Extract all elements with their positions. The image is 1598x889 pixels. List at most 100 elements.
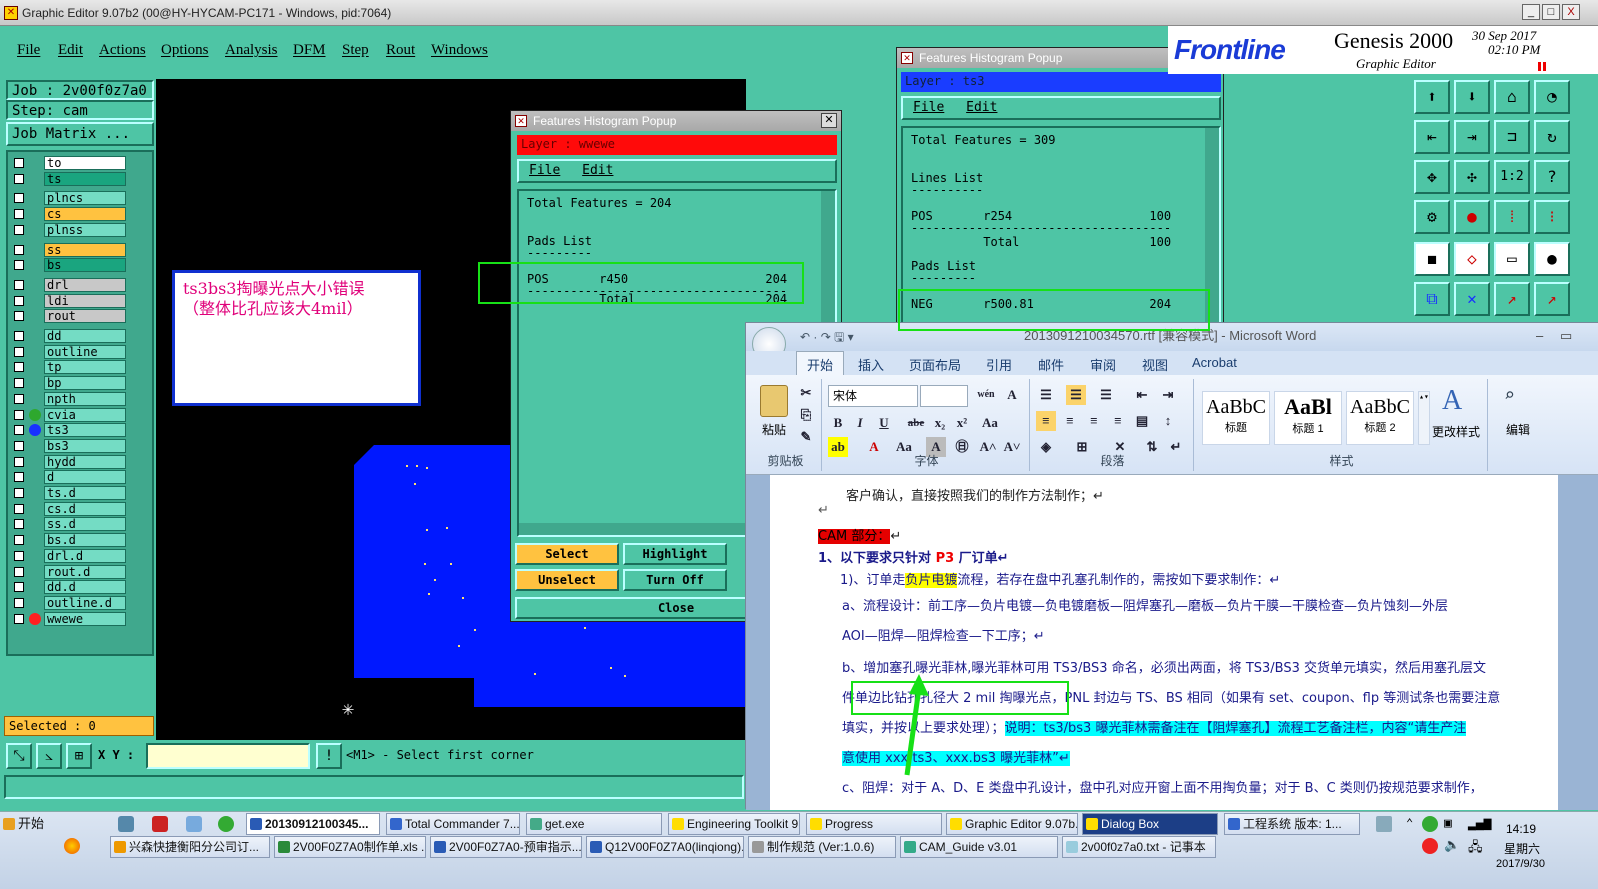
char-border-icon[interactable]: A xyxy=(1002,385,1022,405)
layer-checkbox[interactable] xyxy=(14,613,24,624)
clock-time[interactable]: 14:19 xyxy=(1506,822,1536,836)
menu-file[interactable]: File xyxy=(17,42,40,59)
quicklaunch-1-icon[interactable] xyxy=(118,816,134,832)
layer-checkbox[interactable] xyxy=(14,279,24,290)
popup-close-icon[interactable]: ✕ xyxy=(821,113,837,128)
layer-checkbox[interactable] xyxy=(14,425,24,436)
task-total-commander[interactable]: Total Commander 7.... xyxy=(386,813,520,835)
task-graphic-editor[interactable]: Graphic Editor 9.07b... xyxy=(946,813,1078,835)
tool-config-icon[interactable]: ⚙ xyxy=(1414,200,1450,234)
layer-checkbox[interactable] xyxy=(14,295,24,306)
layer-row-outline[interactable]: outline xyxy=(10,344,126,359)
task-order-company[interactable]: 兴森快捷衡阳分公司订... xyxy=(110,836,270,858)
start-button[interactable]: 开始 xyxy=(0,814,60,836)
tab-insert[interactable]: 插入 xyxy=(858,355,884,374)
tab-acrobat[interactable]: Acrobat xyxy=(1192,355,1237,370)
phonetic-icon[interactable]: wén xyxy=(976,385,996,405)
layer-name[interactable]: cvia xyxy=(44,407,126,422)
tool-left-icon[interactable]: ⇤ xyxy=(1414,120,1450,154)
font-size-select[interactable] xyxy=(920,385,968,407)
menu-options[interactable]: Options xyxy=(161,42,209,59)
tab-layout[interactable]: 页面布局 xyxy=(909,355,961,374)
layer-row-outline-d[interactable]: outline.d xyxy=(10,595,126,610)
layer-name[interactable]: bs xyxy=(44,258,126,273)
bold-icon[interactable]: B xyxy=(828,413,848,433)
subscript-icon[interactable]: x₂ xyxy=(930,413,950,433)
clear-format-icon[interactable]: Aa xyxy=(980,413,1000,433)
menu-windows[interactable]: Windows xyxy=(431,42,488,59)
tool-up-icon[interactable]: ⬆ xyxy=(1414,80,1450,114)
layer-row-plncs[interactable]: plncs xyxy=(10,191,126,206)
word-minimize-icon[interactable]: – xyxy=(1536,323,1543,349)
increase-indent-icon[interactable]: ⇥ xyxy=(1158,385,1178,405)
tool-net2-icon[interactable]: ⁝ xyxy=(1534,200,1570,234)
quicklaunch-color-icon[interactable] xyxy=(64,838,80,854)
tool-line2-icon[interactable]: ↗ xyxy=(1534,282,1570,316)
highlight-button[interactable]: Highlight xyxy=(623,543,727,565)
layer-name[interactable]: ts xyxy=(44,171,126,186)
layer-name[interactable]: outline xyxy=(44,344,126,359)
tray-monitor-icon[interactable]: ▣ xyxy=(1444,816,1452,831)
quicklaunch-pdf-icon[interactable] xyxy=(152,816,168,832)
layer-row-cs[interactable]: cs xyxy=(10,207,126,222)
task-cam-guide[interactable]: CAM_Guide v3.01 xyxy=(900,836,1058,858)
quick-access-icons[interactable]: ↶ · ↷ 🖫 ▾ xyxy=(800,324,854,350)
style-heading[interactable]: AaBbC 标题 xyxy=(1202,391,1270,445)
tool-net-icon[interactable]: ⁞ xyxy=(1494,200,1530,234)
layer-checkbox[interactable] xyxy=(14,488,24,498)
layer-name[interactable]: rout.d xyxy=(44,564,126,579)
task-preaudit[interactable]: 2V00F0Z7A0-预审指示.... xyxy=(430,836,582,858)
layer-name[interactable]: rout xyxy=(44,309,126,324)
tool-record-icon[interactable]: ◼ xyxy=(1414,242,1450,276)
layer-row-hydd[interactable]: hydd xyxy=(10,454,126,469)
justify-icon[interactable]: ≡ xyxy=(1108,411,1128,431)
superscript-icon[interactable]: x² xyxy=(952,413,972,433)
layer-row-to[interactable]: to xyxy=(10,156,126,170)
menu-dfm[interactable]: DFM xyxy=(293,42,326,59)
paste-label[interactable]: 粘贴 xyxy=(762,421,786,438)
xy-input[interactable] xyxy=(146,743,310,769)
task-engineering-system[interactable]: 工程系统 版本: 1... xyxy=(1224,813,1360,835)
tool-draw-icon[interactable]: ◇ xyxy=(1454,242,1490,276)
tray-volume-icon[interactable]: 🔈 xyxy=(1444,838,1460,853)
menu-actions[interactable]: Actions xyxy=(99,42,146,59)
underline-icon[interactable]: U xyxy=(874,413,894,433)
layer-row-wwewe[interactable]: wwewe xyxy=(10,611,126,626)
tool-zoom-icon[interactable]: ◔ xyxy=(1534,80,1570,114)
layer-name[interactable]: npth xyxy=(44,391,126,406)
line-spacing-icon[interactable]: ↕ xyxy=(1158,411,1178,431)
edit-label[interactable]: 编辑 xyxy=(1506,421,1530,438)
change-styles-label[interactable]: 更改样式 xyxy=(1432,423,1480,440)
layer-name[interactable]: d xyxy=(44,470,126,485)
layer-name[interactable]: plnss xyxy=(44,222,126,237)
task-progress[interactable]: Progress xyxy=(806,813,942,835)
align-center-icon[interactable]: ≡ xyxy=(1060,411,1080,431)
layer-checkbox[interactable] xyxy=(14,440,24,451)
tab-view[interactable]: 视图 xyxy=(1142,355,1168,374)
tray-red-icon[interactable] xyxy=(1422,838,1438,854)
layer-row-bs3[interactable]: bs3 xyxy=(10,438,126,453)
layer-row-ss-d[interactable]: ss.d xyxy=(10,517,126,532)
layer-row-rout-d[interactable]: rout.d xyxy=(10,564,126,579)
layer-checkbox[interactable] xyxy=(14,260,24,271)
layer-row-bs[interactable]: bs xyxy=(10,258,126,273)
layer-checkbox[interactable] xyxy=(14,456,24,467)
layer-name[interactable]: dd xyxy=(44,329,126,343)
layer-row-drl[interactable]: drl xyxy=(10,277,126,292)
tray-expand-icon[interactable]: ⌃ xyxy=(1406,816,1413,830)
format-painter-icon[interactable]: ✎ xyxy=(796,427,816,447)
task-engineering-toolkit[interactable]: Engineering Toolkit 9... xyxy=(668,813,800,835)
copy-icon[interactable]: ⎘ xyxy=(796,405,816,425)
tool-probe-icon[interactable]: ● xyxy=(1454,200,1490,234)
maximize-button[interactable]: □ xyxy=(1542,4,1560,20)
layer-row-drl-d[interactable]: drl.d xyxy=(10,548,126,563)
tool-ruler-icon[interactable]: ▭ xyxy=(1494,242,1530,276)
layer-checkbox[interactable] xyxy=(14,535,24,546)
quicklaunch-browser-icon[interactable] xyxy=(218,816,234,832)
layer-checkbox[interactable] xyxy=(14,244,24,255)
paste-icon[interactable] xyxy=(760,385,788,417)
layer-checkbox[interactable] xyxy=(14,566,24,577)
layer-checkbox[interactable] xyxy=(14,503,24,514)
layer-name[interactable]: to xyxy=(44,156,126,170)
style-heading-1[interactable]: AaBl 标题 1 xyxy=(1274,391,1342,445)
